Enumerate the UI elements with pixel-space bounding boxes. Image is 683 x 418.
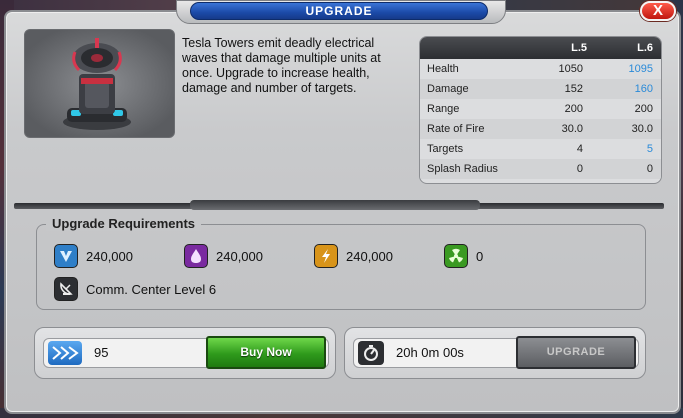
stat-current: 4 xyxy=(576,143,583,155)
stat-row: Splash Radius 0 0 xyxy=(420,159,661,179)
stat-name: Damage xyxy=(427,83,469,95)
req-energy: 240,000 xyxy=(314,244,393,268)
energy-icon xyxy=(314,244,338,268)
req-building: Comm. Center Level 6 xyxy=(54,277,216,301)
req-oil: 240,000 xyxy=(184,244,263,268)
req-metal: 240,000 xyxy=(54,244,133,268)
tesla-tower-icon xyxy=(63,38,131,130)
stat-name: Rate of Fire xyxy=(427,123,485,135)
stat-current: 152 xyxy=(564,83,583,95)
next-level-header: L.6 xyxy=(637,42,653,54)
stat-row: Damage 152 160 xyxy=(420,79,661,99)
metal-icon xyxy=(54,244,78,268)
stat-next: 160 xyxy=(634,83,653,95)
stats-table: L.5 L.6 Health 1050 1095 Damage 152 160 Range 2… xyxy=(419,36,662,184)
stat-row: Targets 4 5 xyxy=(420,139,661,159)
requirements-title: Upgrade Requirements xyxy=(46,216,202,231)
stat-name: Splash Radius xyxy=(427,163,498,175)
divider-notch xyxy=(190,200,480,210)
buy-panel: 95 Buy Now xyxy=(34,327,336,379)
stat-current: 200 xyxy=(564,103,583,115)
close-button[interactable]: X xyxy=(640,1,676,21)
stat-current: 1050 xyxy=(558,63,583,75)
energy-amount: 240,000 xyxy=(346,248,393,264)
timer-icon xyxy=(358,341,384,365)
stat-next: 200 xyxy=(634,103,653,115)
stat-current: 30.0 xyxy=(561,123,583,135)
stat-row: Health 1050 1095 xyxy=(420,59,661,79)
oil-amount: 240,000 xyxy=(216,248,263,264)
building-portrait xyxy=(24,29,175,138)
upgrade-panel: 20h 0m 00s UPGRADE xyxy=(344,327,646,379)
oil-icon xyxy=(184,244,208,268)
building-requirement: Comm. Center Level 6 xyxy=(86,281,217,297)
stat-next: 5 xyxy=(646,143,653,155)
stat-current: 0 xyxy=(576,163,583,175)
buy-now-button[interactable]: Buy Now xyxy=(206,336,326,369)
req-uranium: 0 xyxy=(444,244,483,268)
stats-header: L.5 L.6 xyxy=(420,37,661,59)
building-description: Tesla Towers emit deadly electrical wave… xyxy=(182,36,381,95)
stat-row: Range 200 200 xyxy=(420,99,661,119)
stat-name: Targets xyxy=(427,143,464,155)
upgrade-duration: 20h 0m 00s xyxy=(396,345,464,360)
stat-name: Health xyxy=(427,63,459,75)
stat-next: 1095 xyxy=(628,63,653,75)
gold-amount: 95 xyxy=(94,345,109,360)
stat-row: Rate of Fire 30.0 30.0 xyxy=(420,119,661,139)
current-level-header: L.5 xyxy=(571,42,587,54)
metal-amount: 240,000 xyxy=(86,248,133,264)
upgrade-button[interactable]: UPGRADE xyxy=(516,336,636,369)
dialog-title: UPGRADE xyxy=(190,2,488,20)
uranium-amount: 0 xyxy=(476,248,484,264)
uranium-icon xyxy=(444,244,468,268)
stat-name: Range xyxy=(427,103,460,115)
gold-icon xyxy=(48,341,82,365)
satellite-dish-icon xyxy=(54,277,78,301)
stat-next: 0 xyxy=(646,163,653,175)
stat-next: 30.0 xyxy=(631,123,653,135)
